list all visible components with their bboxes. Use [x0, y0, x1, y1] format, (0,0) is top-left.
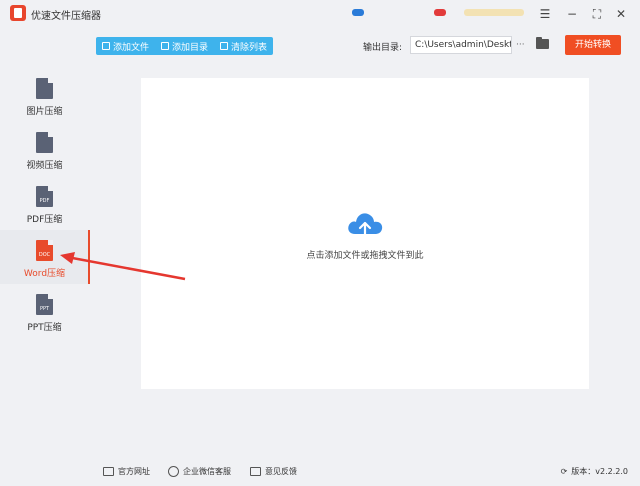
sidebar-item-pdf[interactable]: PDF PDF压缩 [0, 176, 89, 230]
web-icon [103, 467, 114, 476]
open-folder-icon[interactable] [536, 37, 549, 49]
app-title: 优速文件压缩器 [31, 11, 101, 22]
feedback-icon [250, 467, 261, 476]
start-convert-button[interactable]: 开始转换 [565, 35, 621, 55]
website-label: 官方网址 [118, 467, 150, 476]
chat-icon [168, 466, 179, 477]
image-file-icon [36, 78, 53, 99]
wechat-service-link[interactable]: 企业微信客服 [168, 466, 231, 477]
sidebar-item-word[interactable]: DOC Word压缩 [0, 230, 89, 284]
decorative-blob [434, 9, 446, 16]
refresh-icon: ⟳ [560, 467, 568, 476]
drop-hint-text: 点击添加文件或拖拽文件到此 [306, 251, 424, 261]
sidebar-item-label: PDF压缩 [26, 215, 63, 225]
sidebar: 图片压缩 视频压缩 PDF PDF压缩 DOC Word压缩 PPT PPT压缩 [0, 64, 89, 460]
pdf-file-icon: PDF [36, 186, 53, 207]
doc-file-icon: DOC [36, 240, 53, 261]
menu-icon[interactable]: ☰ [536, 5, 554, 23]
title-bar: 优速文件压缩器 ☰ − ⛶ ✕ [0, 0, 640, 28]
website-link[interactable]: 官方网址 [103, 466, 150, 477]
feedback-label: 意见反馈 [265, 467, 297, 476]
ppt-file-icon: PPT [36, 294, 53, 315]
sidebar-item-label: Word压缩 [23, 269, 66, 279]
cloud-upload-icon [348, 213, 383, 239]
sidebar-item-ppt[interactable]: PPT PPT压缩 [0, 284, 89, 338]
output-dir-label: 输出目录: [363, 43, 403, 53]
decorative-blob [464, 9, 524, 16]
browse-more-button[interactable]: ··· [516, 40, 525, 50]
trash-icon [220, 42, 229, 50]
file-action-group: 添加文件 添加目录 清除列表 [96, 37, 274, 55]
footer: 官方网址 企业微信客服 意见反馈 ⟳ 版本：v2.2.2.0 [89, 460, 640, 486]
toolbar: 添加文件 添加目录 清除列表 输出目录: C:\Users\admin\Desk… [0, 28, 640, 64]
version-label: 版本：v2.2.2.0 [571, 467, 628, 476]
output-dir-input[interactable]: C:\Users\admin\Deskto [410, 36, 512, 54]
clear-list-button[interactable]: 清除列表 [220, 40, 267, 53]
app-logo-icon [10, 5, 26, 21]
folder-outline-icon [161, 42, 170, 50]
maximize-icon[interactable]: ⛶ [588, 5, 606, 23]
sidebar-item-video[interactable]: 视频压缩 [0, 122, 89, 176]
sidebar-item-label: 图片压缩 [26, 107, 63, 117]
wechat-label: 企业微信客服 [183, 467, 231, 476]
add-folder-label: 添加目录 [172, 42, 209, 53]
add-folder-button[interactable]: 添加目录 [161, 40, 208, 53]
video-file-icon [36, 132, 53, 153]
add-file-button[interactable]: 添加文件 [102, 40, 149, 53]
sidebar-item-image[interactable]: 图片压缩 [0, 68, 89, 122]
minimize-icon[interactable]: − [563, 5, 581, 23]
sidebar-item-label: 视频压缩 [26, 161, 63, 171]
add-file-label: 添加文件 [113, 42, 150, 53]
decorative-blob [352, 9, 364, 16]
sidebar-item-label: PPT压缩 [27, 323, 62, 333]
file-icon [102, 42, 110, 50]
file-drop-zone[interactable]: 点击添加文件或拖拽文件到此 [141, 78, 589, 389]
version-info: ⟳ 版本：v2.2.2.0 [561, 466, 628, 477]
feedback-link[interactable]: 意见反馈 [250, 466, 297, 477]
close-icon[interactable]: ✕ [612, 5, 630, 23]
clear-list-label: 清除列表 [231, 42, 268, 53]
active-indicator [88, 230, 90, 284]
